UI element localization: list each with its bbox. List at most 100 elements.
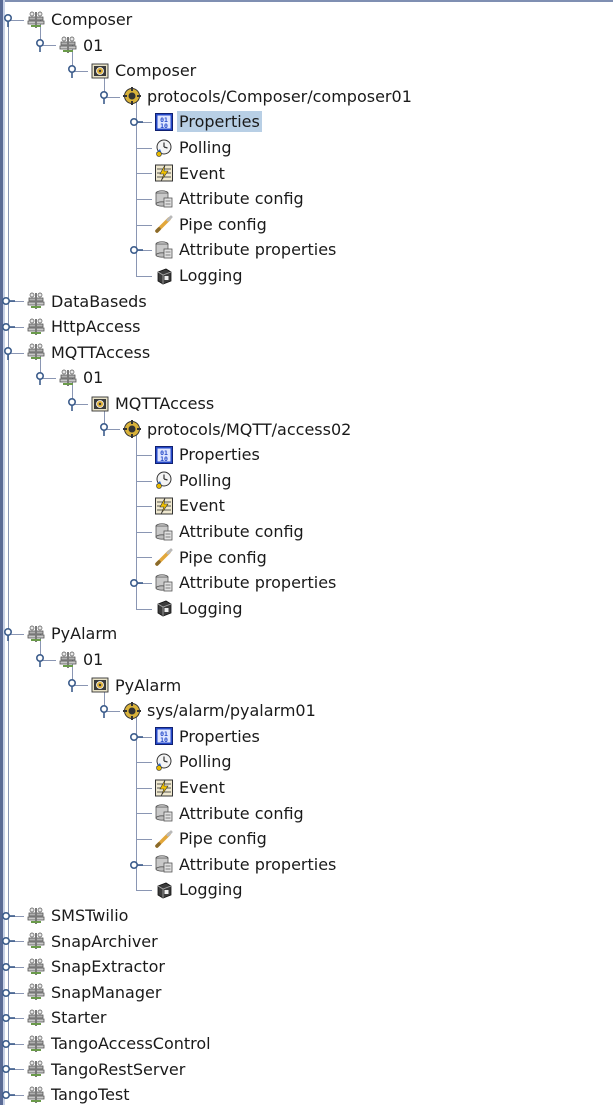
tree-node[interactable]: SMSTwilio: [26, 903, 130, 928]
tree-node[interactable]: protocols/MQTT/access02: [122, 417, 353, 442]
collapse-handle-icon[interactable]: [97, 422, 111, 437]
tree-node-label: Pipe config: [179, 547, 267, 567]
tree-node[interactable]: PyAlarm: [26, 621, 119, 646]
collapse-handle-icon[interactable]: [33, 653, 47, 667]
tree-node-label: Attribute properties: [179, 240, 337, 260]
tree-node[interactable]: Attribute config: [154, 186, 306, 211]
tree-node[interactable]: Logging: [154, 596, 244, 621]
tree-node-label: 01: [83, 35, 104, 55]
collapse-handle-icon[interactable]: [97, 704, 111, 718]
collapse-handle-icon[interactable]: [33, 371, 47, 386]
collapse-handle-icon[interactable]: [33, 38, 47, 53]
event-icon: [154, 163, 174, 183]
tree-node-label: Polling: [179, 752, 232, 772]
tree-node-label: Event: [179, 496, 225, 516]
expand-handle-icon[interactable]: [1, 934, 15, 948]
tree-node[interactable]: Attribute config: [154, 801, 306, 826]
expand-handle-icon[interactable]: [1, 1088, 15, 1102]
expand-handle-icon[interactable]: [1, 960, 15, 974]
attribute-config-icon: [154, 240, 174, 260]
tree-node[interactable]: Composer: [90, 58, 198, 83]
tree-connector-line: [136, 531, 152, 533]
tree-node[interactable]: Polling: [154, 135, 234, 160]
tree-node[interactable]: Properties: [154, 109, 262, 134]
expand-handle-icon[interactable]: [129, 730, 143, 744]
tree-node[interactable]: TangoAccessControl: [26, 1031, 213, 1056]
tree-node[interactable]: 01: [58, 647, 105, 672]
tree-node[interactable]: 01: [58, 33, 105, 58]
tree-node-label: DataBaseds: [51, 291, 147, 311]
event-icon: [154, 496, 174, 516]
attribute-config-icon: [154, 522, 174, 542]
tree-view[interactable]: Composer 01 Composer protocols/Composer/com…: [0, 0, 613, 1105]
server-class-icon: [26, 982, 46, 1002]
tree-node[interactable]: Properties: [154, 724, 262, 749]
expand-handle-icon[interactable]: [129, 858, 143, 872]
collapse-handle-icon[interactable]: [97, 90, 111, 104]
tree-node[interactable]: Attribute config: [154, 519, 306, 544]
collapse-handle-icon[interactable]: [1, 346, 15, 360]
tree-node[interactable]: Logging: [154, 263, 244, 288]
tree-node-label: SnapExtractor: [51, 957, 165, 977]
tree-node[interactable]: Event: [154, 775, 227, 800]
tree-node[interactable]: HttpAccess: [26, 314, 143, 339]
tree-node-label: Polling: [179, 470, 232, 490]
tree-node[interactable]: Polling: [154, 749, 234, 774]
tree-node[interactable]: Attribute properties: [154, 570, 338, 595]
tree-node-label: 01: [83, 650, 104, 669]
tree-node[interactable]: Starter: [26, 1005, 109, 1030]
expand-handle-icon[interactable]: [129, 576, 143, 590]
expand-handle-icon[interactable]: [129, 243, 143, 257]
collapse-handle-icon[interactable]: [65, 678, 79, 693]
tree-node[interactable]: MQTTAccess: [90, 391, 216, 416]
expand-handle-icon[interactable]: [1, 320, 15, 334]
tree-node[interactable]: SnapArchiver: [26, 929, 160, 954]
tree-node[interactable]: SnapExtractor: [26, 954, 167, 979]
event-icon: [154, 778, 174, 798]
tree-connector-line: [136, 275, 152, 277]
tree-node-label: Pipe config: [179, 214, 267, 234]
tree-node[interactable]: PyAlarm: [90, 673, 183, 698]
expand-handle-icon[interactable]: [1, 1062, 15, 1076]
tree-node[interactable]: Attribute properties: [154, 237, 338, 262]
collapse-handle-icon[interactable]: [1, 627, 15, 642]
tree-node[interactable]: Polling: [154, 468, 234, 493]
tree-connector-line: [136, 890, 152, 892]
server-class-icon: [26, 317, 46, 337]
server-class-icon: [58, 650, 78, 670]
tree-node[interactable]: Event: [154, 161, 227, 186]
tree-node[interactable]: SnapManager: [26, 980, 163, 1005]
tree-node[interactable]: 01: [58, 365, 105, 390]
expand-handle-icon[interactable]: [1, 1011, 15, 1025]
tree-node-label: SnapManager: [51, 982, 162, 1002]
tree-node[interactable]: MQTTAccess: [26, 340, 152, 365]
collapse-handle-icon[interactable]: [65, 64, 79, 78]
device-class-icon: [90, 675, 110, 695]
expand-handle-icon[interactable]: [1, 294, 15, 308]
expand-handle-icon[interactable]: [1, 909, 15, 923]
tree-node-label: 01: [83, 368, 104, 388]
tree-node[interactable]: Properties: [154, 442, 262, 467]
server-class-icon: [26, 1008, 46, 1028]
tree-node[interactable]: Composer: [26, 7, 134, 32]
tree-node[interactable]: sys/alarm/pyalarm01: [122, 698, 318, 723]
server-class-icon: [26, 10, 46, 30]
collapse-handle-icon[interactable]: [1, 13, 15, 27]
tree-node[interactable]: Event: [154, 493, 227, 518]
tree-node[interactable]: protocols/Composer/composer01: [122, 84, 414, 109]
tree-node[interactable]: DataBaseds: [26, 289, 149, 314]
expand-handle-icon[interactable]: [1, 1037, 15, 1051]
expand-handle-icon[interactable]: [129, 115, 143, 129]
collapse-handle-icon[interactable]: [65, 397, 79, 411]
tree-node-label: Event: [179, 778, 225, 797]
tree-node-label: Attribute config: [179, 189, 304, 209]
expand-handle-icon[interactable]: [1, 986, 15, 1000]
tree-node[interactable]: Pipe config: [154, 826, 269, 851]
tree-node[interactable]: Pipe config: [154, 212, 269, 237]
tree-node-label: HttpAccess: [51, 317, 141, 337]
tree-node[interactable]: Logging: [154, 877, 244, 902]
tree-node[interactable]: TangoRestServer: [26, 1057, 187, 1082]
tree-node[interactable]: Pipe config: [154, 545, 269, 570]
tree-node[interactable]: TangoTest: [26, 1082, 132, 1105]
tree-node[interactable]: Attribute properties: [154, 852, 338, 877]
